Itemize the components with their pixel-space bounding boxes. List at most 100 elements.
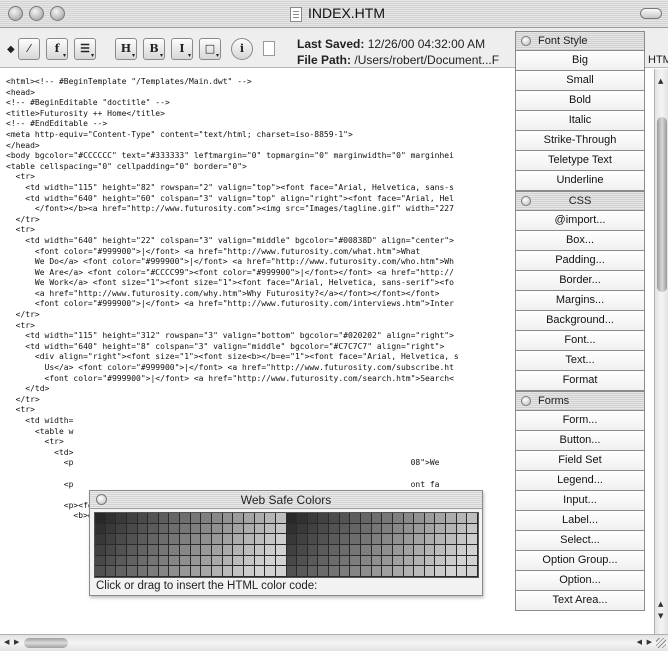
color-swatch[interactable] (254, 555, 266, 567)
color-swatch[interactable] (403, 513, 415, 524)
color-swatch[interactable] (254, 566, 266, 577)
color-swatch[interactable] (286, 555, 298, 567)
color-swatch[interactable] (307, 523, 319, 535)
color-swatch[interactable] (212, 534, 223, 545)
code-line[interactable]: <div align="right"><font size="1"><font … (6, 352, 459, 363)
color-swatch[interactable] (392, 523, 404, 535)
color-swatch[interactable] (467, 534, 478, 545)
color-swatch[interactable] (307, 566, 319, 577)
color-swatch[interactable] (158, 555, 170, 567)
color-swatch[interactable] (265, 513, 276, 524)
color-swatch[interactable] (382, 513, 393, 524)
color-swatch[interactable] (382, 555, 393, 567)
color-swatch[interactable] (339, 523, 351, 535)
color-swatch[interactable] (435, 566, 447, 577)
color-swatch[interactable] (116, 566, 127, 577)
color-swatch[interactable] (329, 545, 340, 556)
color-swatch[interactable] (158, 566, 170, 577)
color-swatch[interactable] (201, 555, 213, 567)
zoom-window-button[interactable] (50, 6, 65, 21)
color-swatch[interactable] (286, 545, 298, 556)
color-swatch[interactable] (371, 566, 383, 577)
code-line[interactable]: <font color="#999900">|</font> <a href="… (6, 299, 459, 310)
color-swatch[interactable] (435, 545, 447, 556)
color-swatch[interactable] (148, 534, 159, 545)
color-swatch[interactable] (297, 555, 308, 567)
color-swatch[interactable] (286, 513, 298, 524)
color-swatch[interactable] (233, 534, 244, 545)
code-line[interactable]: </tr> (6, 395, 459, 406)
color-swatch[interactable] (424, 566, 436, 577)
color-swatch[interactable] (329, 523, 340, 535)
color-swatch[interactable] (339, 566, 351, 577)
color-swatch[interactable] (350, 534, 361, 545)
color-swatch[interactable] (222, 555, 234, 567)
palette-item-option-group[interactable]: Option Group... (515, 551, 645, 571)
palette-item-underline[interactable]: Underline (515, 171, 645, 191)
color-swatch[interactable] (286, 566, 298, 577)
code-line[interactable]: <td width="640" height="8" colspan="3" v… (6, 342, 459, 353)
color-swatch[interactable] (456, 545, 468, 556)
code-line[interactable]: <td width="115" height="312" rowspan="3"… (6, 331, 459, 342)
color-swatch[interactable] (105, 555, 117, 567)
color-swatch[interactable] (137, 534, 149, 545)
color-swatch[interactable] (190, 513, 202, 524)
color-swatch[interactable] (116, 555, 127, 567)
code-line[interactable]: <tr> (6, 321, 459, 332)
color-swatch[interactable] (371, 523, 383, 535)
code-line[interactable]: We Are</a> <font color="#CCCC99"><font c… (6, 268, 459, 279)
color-swatch[interactable] (382, 566, 393, 577)
color-swatch[interactable] (95, 545, 106, 556)
color-swatch[interactable] (180, 555, 191, 567)
color-swatch[interactable] (158, 513, 170, 524)
scroll-left-arrow-icon[interactable]: ◀ (4, 638, 9, 646)
color-swatch[interactable] (350, 523, 361, 535)
color-swatch[interactable] (169, 545, 181, 556)
color-swatch[interactable] (95, 555, 106, 567)
color-swatch[interactable] (169, 523, 181, 535)
code-line[interactable]: Us</a> <font color="#999900">|</font> <a… (6, 363, 459, 374)
color-swatch[interactable] (318, 513, 330, 524)
code-line[interactable]: <p 08">We (6, 458, 459, 469)
palette-item-import[interactable]: @import... (515, 211, 645, 231)
color-swatch[interactable] (339, 545, 351, 556)
vertical-scroll-thumb[interactable] (657, 117, 667, 292)
color-swatch[interactable] (350, 555, 361, 567)
color-swatch[interactable] (137, 566, 149, 577)
color-swatch[interactable] (148, 555, 159, 567)
color-swatch[interactable] (424, 523, 436, 535)
horizontal-scroll-thumb[interactable] (24, 638, 68, 648)
color-swatch[interactable] (329, 513, 340, 524)
color-swatch[interactable] (414, 534, 425, 545)
color-swatch[interactable] (201, 566, 213, 577)
palette-item-bold[interactable]: Bold (515, 91, 645, 111)
color-swatch[interactable] (275, 513, 287, 524)
color-swatch[interactable] (307, 513, 319, 524)
code-line[interactable]: <!-- #EndEditable --> (6, 119, 459, 130)
color-swatch[interactable] (158, 523, 170, 535)
color-swatch[interactable] (307, 545, 319, 556)
palette-item-legend[interactable]: Legend... (515, 471, 645, 491)
color-swatch[interactable] (243, 545, 255, 556)
color-swatch[interactable] (116, 534, 127, 545)
color-swatch[interactable] (318, 523, 330, 535)
code-line[interactable]: <body bgcolor="#CCCCCC" text="#333333" l… (6, 151, 459, 162)
color-swatch[interactable] (265, 555, 276, 567)
color-swatch[interactable] (424, 513, 436, 524)
color-swatch[interactable] (95, 534, 106, 545)
scroll-down-arrow-icon[interactable]: ▼ (658, 612, 663, 620)
color-swatch[interactable] (95, 513, 106, 524)
color-swatch[interactable] (126, 513, 138, 524)
color-swatch[interactable] (446, 555, 457, 567)
color-swatch[interactable] (297, 566, 308, 577)
color-swatch[interactable] (339, 555, 351, 567)
color-swatch[interactable] (329, 555, 340, 567)
color-swatch[interactable] (467, 555, 478, 567)
color-swatch[interactable] (286, 523, 298, 535)
color-swatch[interactable] (201, 513, 213, 524)
color-swatch[interactable] (392, 534, 404, 545)
palette-item-button[interactable]: Button... (515, 431, 645, 451)
code-line[interactable]: <p ont fa (6, 480, 459, 491)
code-line[interactable]: <tr> (6, 172, 459, 183)
code-line[interactable]: <table w (6, 427, 459, 438)
